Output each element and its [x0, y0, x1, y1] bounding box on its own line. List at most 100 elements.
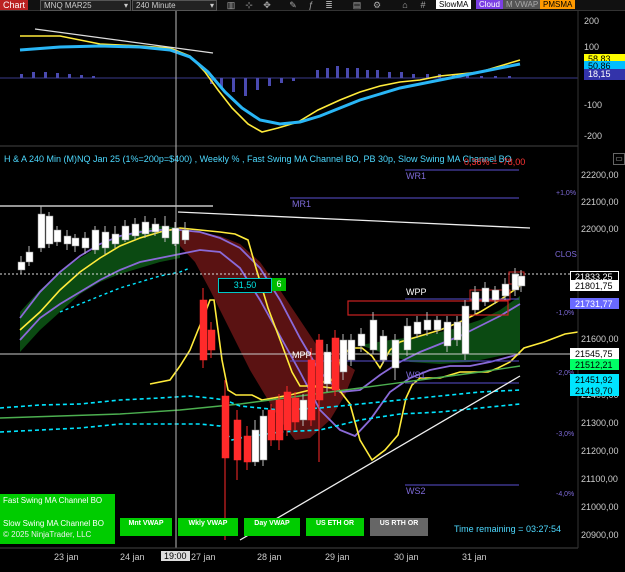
candle-body — [199, 299, 208, 361]
candle-body — [347, 339, 356, 361]
candle-body — [323, 351, 332, 385]
histogram-bar — [68, 74, 71, 78]
candle-body — [423, 319, 432, 331]
ws1-label: WS1 — [406, 370, 426, 380]
histogram-bar — [20, 74, 23, 78]
ws2-label: WS2 — [406, 486, 426, 496]
us-eth-or-button[interactable]: US ETH OR — [306, 518, 364, 536]
histogram-bar — [480, 76, 483, 78]
histogram-bar — [366, 70, 369, 78]
candle-body — [131, 223, 140, 237]
price-axis-label: 21000,00 — [581, 502, 619, 512]
candle-body — [243, 435, 252, 463]
close-label: CLOS — [555, 250, 577, 259]
candle-body — [121, 225, 130, 241]
mpp-label: MPP — [292, 350, 312, 360]
candle-body — [53, 229, 62, 243]
candle-body — [433, 319, 442, 331]
candle-body — [37, 213, 46, 249]
osc-value-badge: 18,15 — [584, 69, 625, 80]
price-axis-label: 21600,00 — [581, 334, 619, 344]
price-badge: 21512,21 — [570, 359, 619, 370]
pct-label: +1,0% — [556, 190, 577, 197]
price-axis-label: 22000,00 — [581, 224, 619, 234]
cyan-dashed-upper — [0, 389, 521, 411]
us-rth-or-button[interactable]: US RTH OR — [370, 518, 428, 536]
candle-body — [481, 287, 490, 303]
candle-body — [111, 233, 120, 245]
candle-body — [517, 275, 526, 287]
cursor-time-label: 19:00 — [161, 551, 190, 561]
candle-body — [339, 339, 348, 373]
date-label: 24 jan — [120, 552, 145, 562]
histogram-bar — [388, 72, 391, 78]
candle-body — [17, 261, 26, 271]
candle-body — [267, 409, 276, 441]
candle-body — [221, 395, 230, 459]
histogram-bar — [412, 74, 415, 78]
histogram-bar — [256, 78, 259, 90]
histogram-bar — [336, 66, 339, 78]
osc-axis-label: 200 — [584, 16, 600, 26]
price-badge: 21451,92 — [570, 374, 619, 385]
candle-body — [71, 237, 80, 247]
candle-body — [291, 397, 300, 423]
histogram-bar — [32, 72, 35, 78]
fast-strategy-label: Fast Swing MA Channel BO — [3, 496, 103, 505]
candle-body — [315, 339, 324, 401]
osc-axis-label: -200 — [584, 131, 603, 141]
pct-label: -4,0% — [556, 491, 575, 498]
histogram-bar — [508, 76, 511, 78]
candle-body — [181, 229, 190, 241]
time-remaining: Time remaining = 03:27:54 — [454, 524, 561, 534]
date-label: 23 jan — [54, 552, 79, 562]
candle-body — [283, 391, 292, 431]
wkly-vwap-button[interactable]: Wkly VWAP — [178, 518, 238, 536]
maximize-icon[interactable]: ▭ — [613, 153, 625, 165]
date-label: 30 jan — [394, 552, 419, 562]
histogram-bar — [376, 70, 379, 78]
date-label: 31 jan — [462, 552, 487, 562]
candle-body — [81, 237, 90, 249]
candle-body — [491, 289, 500, 301]
mnt-vwap-button[interactable]: Mnt VWAP — [120, 518, 172, 536]
candle-body — [391, 339, 400, 369]
histogram-bar — [56, 73, 59, 78]
price-axis-label: 21200,00 — [581, 446, 619, 456]
histogram-bar — [346, 68, 349, 78]
price-axis-label: 22100,00 — [581, 197, 619, 207]
candle-body — [275, 399, 284, 441]
copyright-text: © 2025 NinjaTrader, LLC — [3, 530, 92, 539]
histogram-bar — [268, 78, 271, 86]
down-trendline — [177, 211, 531, 229]
histogram-bar — [44, 72, 47, 78]
crosshair-count-box: 6 — [272, 278, 286, 291]
histogram-bar — [326, 68, 329, 78]
candle-body — [25, 251, 34, 263]
price-axis-label: 21100,00 — [581, 474, 618, 484]
crosshair-value-box: 31,50 — [218, 278, 272, 293]
pct-label: -3,0% — [556, 431, 575, 438]
price-axis-label: 21300,00 — [581, 418, 619, 428]
candle-body — [171, 227, 180, 245]
price-badge: 21801,75 — [570, 280, 619, 291]
candle-body — [207, 329, 216, 351]
day-vwap-button[interactable]: Day VWAP — [244, 518, 300, 536]
candle-body — [141, 221, 150, 235]
histogram-bar — [244, 78, 247, 96]
candle-body — [501, 283, 510, 297]
osc-axis-label: -100 — [584, 100, 603, 110]
target-box-1 — [347, 300, 509, 316]
histogram-bar — [292, 78, 295, 81]
chart-canvas[interactable] — [0, 0, 625, 572]
candle-body — [357, 333, 366, 347]
candle-body — [151, 223, 160, 233]
histogram-bar — [280, 78, 283, 83]
date-label: 28 jan — [257, 552, 282, 562]
candle-body — [443, 321, 452, 347]
mr1-label: MR1 — [292, 199, 312, 209]
candle-body — [259, 415, 268, 461]
histogram-bar — [316, 70, 319, 78]
histogram-bar — [232, 78, 235, 92]
histogram-bar — [400, 72, 403, 78]
